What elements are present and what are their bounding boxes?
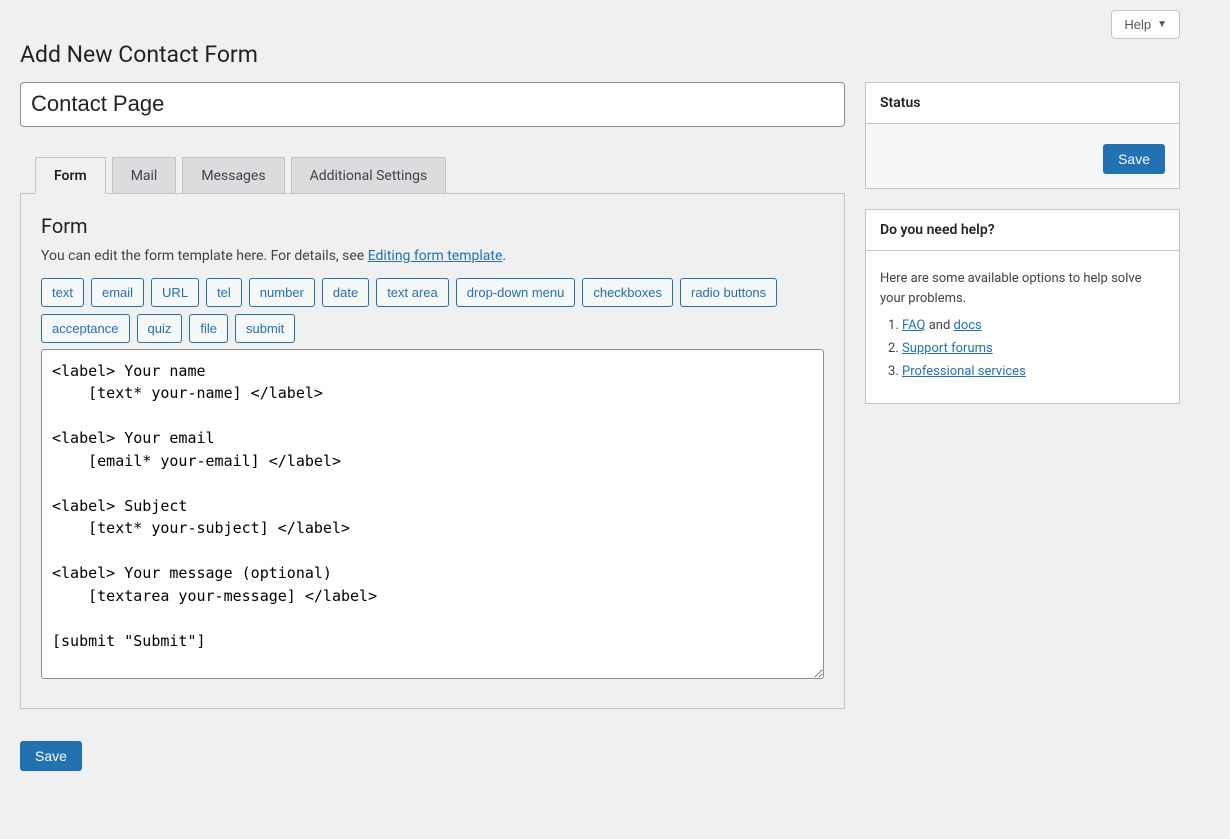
tag-generator-buttons: text email URL tel number date text area…	[41, 278, 824, 343]
form-panel: Form You can edit the form template here…	[20, 193, 845, 709]
faq-link[interactable]: FAQ	[902, 318, 925, 333]
status-box: Status Save	[865, 82, 1180, 189]
save-button-main[interactable]: Save	[20, 741, 82, 771]
tab-additional-settings[interactable]: Additional Settings	[291, 157, 447, 194]
editing-form-template-link[interactable]: Editing form template	[368, 248, 503, 264]
tag-btn-quiz[interactable]: quiz	[137, 314, 183, 343]
status-heading: Status	[866, 83, 1179, 124]
tag-btn-dropdown[interactable]: drop-down menu	[456, 278, 576, 307]
tag-btn-text[interactable]: text	[41, 278, 84, 307]
tag-btn-radio[interactable]: radio buttons	[680, 278, 777, 307]
help-label: Help	[1124, 17, 1151, 32]
form-title-input[interactable]	[20, 82, 845, 127]
help-box-desc: Here are some available options to help …	[880, 269, 1165, 308]
panel-description: You can edit the form template here. For…	[41, 248, 824, 264]
form-template-textarea[interactable]	[41, 349, 824, 679]
tag-btn-date[interactable]: date	[322, 278, 369, 307]
professional-services-link[interactable]: Professional services	[902, 364, 1026, 379]
tag-btn-tel[interactable]: tel	[206, 278, 242, 307]
save-button-status[interactable]: Save	[1103, 144, 1165, 174]
tag-btn-checkboxes[interactable]: checkboxes	[582, 278, 673, 307]
help-dropdown-button[interactable]: Help ▼	[1111, 10, 1180, 39]
support-forums-link[interactable]: Support forums	[902, 341, 993, 356]
panel-heading: Form	[41, 214, 824, 238]
tag-btn-textarea[interactable]: text area	[376, 278, 449, 307]
help-item-faq-docs: FAQ and docs	[902, 318, 1165, 333]
tab-mail[interactable]: Mail	[112, 157, 177, 194]
help-box: Do you need help? Here are some availabl…	[865, 209, 1180, 404]
tag-btn-url[interactable]: URL	[151, 278, 199, 307]
tab-messages[interactable]: Messages	[182, 157, 284, 194]
editor-tabs: Form Mail Messages Additional Settings	[35, 157, 845, 194]
tag-btn-submit[interactable]: submit	[235, 314, 295, 343]
tag-btn-number[interactable]: number	[249, 278, 315, 307]
page-title: Add New Contact Form	[20, 41, 1180, 68]
tag-btn-email[interactable]: email	[91, 278, 144, 307]
chevron-down-icon: ▼	[1157, 20, 1167, 30]
tag-btn-file[interactable]: file	[189, 314, 228, 343]
tab-form[interactable]: Form	[35, 157, 106, 194]
docs-link[interactable]: docs	[954, 318, 982, 333]
help-item-forums: Support forums	[902, 341, 1165, 356]
tag-btn-acceptance[interactable]: acceptance	[41, 314, 130, 343]
help-box-heading: Do you need help?	[866, 210, 1179, 251]
help-item-services: Professional services	[902, 364, 1165, 379]
